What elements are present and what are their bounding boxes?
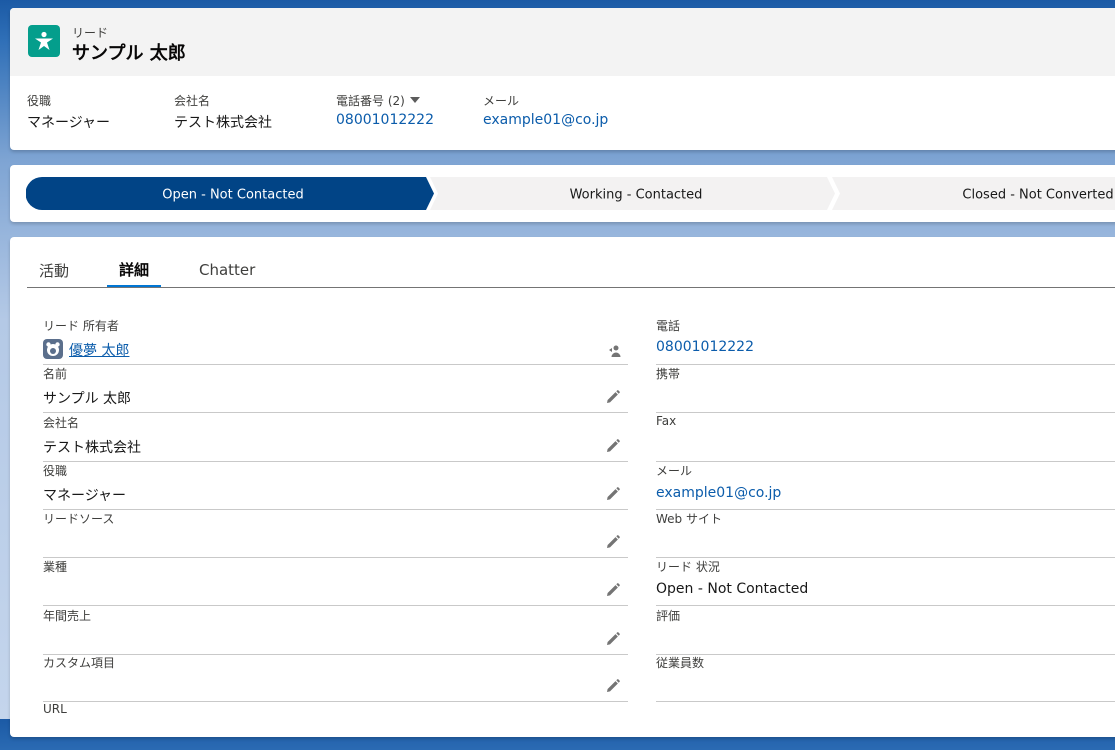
- field-label: カスタム項目: [43, 656, 116, 670]
- field-employees: 従業員数: [656, 654, 1115, 702]
- tab-chatter[interactable]: Chatter: [199, 253, 255, 287]
- pencil-icon[interactable]: [606, 487, 620, 501]
- field-fax: Fax: [656, 414, 1115, 462]
- field-value: テスト株式会社: [43, 440, 141, 456]
- highlight-title: 役職 マネージャー: [27, 92, 110, 132]
- record-header-title-area: リード サンプル 太郎: [10, 8, 1115, 76]
- field-label: URL: [43, 702, 67, 716]
- avatar: [43, 339, 63, 359]
- highlight-label: メール: [483, 93, 520, 108]
- pencil-icon[interactable]: [606, 535, 620, 549]
- highlight-email-link[interactable]: example01@co.jp: [483, 112, 608, 128]
- field-value: マネージャー: [43, 488, 127, 504]
- field-value: Open - Not Contacted: [656, 581, 809, 597]
- pencil-icon[interactable]: [606, 679, 620, 693]
- pencil-icon[interactable]: [606, 390, 620, 404]
- field-label: 評価: [656, 609, 681, 623]
- phone-menu-trigger[interactable]: 電話番号 (2): [336, 92, 434, 108]
- highlight-phone: 電話番号 (2) 08001012222: [336, 92, 434, 129]
- email-link[interactable]: example01@co.jp: [656, 485, 781, 501]
- field-mobile: 携帯: [656, 365, 1115, 413]
- field-label: 携帯: [656, 367, 681, 381]
- tab-details[interactable]: 詳細: [107, 253, 162, 288]
- field-label: 名前: [43, 367, 68, 381]
- field-industry: 業種: [43, 558, 628, 606]
- record-detail-panel: 活動 詳細 Chatter リード 所有者 優夢 太郎 名前 サンプル 太郎 会…: [10, 237, 1115, 737]
- field-label: Web サイト: [656, 512, 722, 526]
- field-website: Web サイト: [656, 510, 1115, 558]
- highlight-company: 会社名 テスト株式会社: [174, 92, 272, 132]
- field-label: 業種: [43, 560, 68, 574]
- field-label: 年間売上: [43, 609, 92, 623]
- field-phone: 電話 08001012222: [656, 317, 1115, 365]
- field-url: URL: [43, 702, 628, 750]
- field-title: 役職 マネージャー: [43, 462, 628, 510]
- field-name: 名前 サンプル 太郎: [43, 365, 628, 413]
- field-label: 従業員数: [656, 656, 705, 670]
- record-header: リード サンプル 太郎 役職 マネージャー 会社名 テスト株式会社 電話番号 (…: [10, 8, 1115, 150]
- field-email: メール example01@co.jp: [656, 462, 1115, 510]
- path-step-label: Working - Contacted: [570, 188, 703, 203]
- highlight-phone-link[interactable]: 08001012222: [336, 112, 434, 128]
- highlight-label: 電話番号 (2): [336, 93, 405, 108]
- owner-link[interactable]: 優夢 太郎: [69, 343, 129, 359]
- field-company: 会社名 テスト株式会社: [43, 414, 628, 462]
- field-value: サンプル 太郎: [43, 391, 132, 407]
- field-label: リードソース: [43, 512, 115, 526]
- field-lead-status: リード 状況 Open - Not Contacted: [656, 558, 1115, 606]
- field-annual-revenue: 年間売上: [43, 607, 628, 655]
- pencil-icon[interactable]: [606, 439, 620, 453]
- highlight-label: 役職: [27, 93, 52, 108]
- field-rating: 評価: [656, 607, 1115, 655]
- chevron-down-icon[interactable]: [409, 95, 421, 105]
- lead-icon: [28, 25, 60, 57]
- path-step-label: Open - Not Contacted: [162, 188, 303, 203]
- phone-link[interactable]: 08001012222: [656, 339, 754, 355]
- status-path: Open - Not Contacted Working - Contacted…: [10, 165, 1115, 222]
- change-owner-icon[interactable]: [608, 344, 622, 358]
- field-lead-source: リードソース: [43, 510, 628, 558]
- field-label: 役職: [43, 464, 68, 478]
- field-lead-owner: リード 所有者 優夢 太郎: [43, 317, 628, 365]
- pencil-icon[interactable]: [606, 632, 620, 646]
- highlight-email: メール example01@co.jp: [483, 92, 608, 129]
- highlight-value: マネージャー: [27, 115, 111, 131]
- highlight-value: テスト株式会社: [174, 115, 272, 131]
- field-custom: カスタム項目: [43, 654, 628, 702]
- field-label: 会社名: [43, 416, 80, 430]
- record-title: サンプル 太郎: [72, 43, 186, 64]
- field-label: 電話: [656, 319, 681, 333]
- field-label: Fax: [656, 414, 677, 428]
- field-label: リード 状況: [656, 560, 720, 574]
- tab-activity[interactable]: 活動: [39, 253, 69, 287]
- pencil-icon[interactable]: [606, 583, 620, 597]
- field-label: メール: [656, 464, 693, 478]
- path-step-label: Closed - Not Converted: [962, 188, 1113, 203]
- tab-divider: [27, 287, 1115, 288]
- highlight-label: 会社名: [174, 93, 211, 108]
- field-label: リード 所有者: [43, 319, 119, 333]
